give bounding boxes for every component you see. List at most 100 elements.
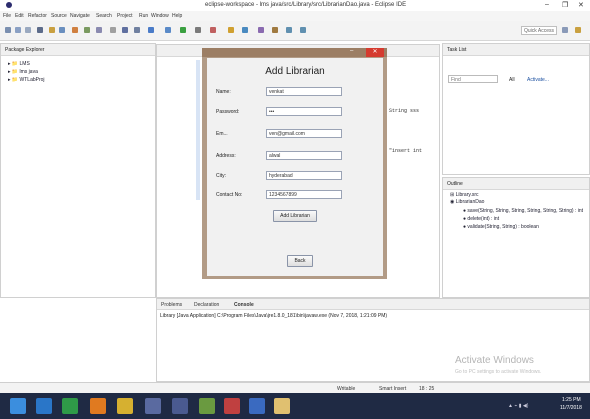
code-line-1: String sss — [389, 108, 420, 114]
clock-time[interactable]: 1:25 PM — [562, 397, 581, 403]
open-type-icon[interactable] — [49, 27, 55, 33]
city-field[interactable]: hyderabad — [266, 171, 342, 180]
name-field[interactable]: venkat — [266, 87, 342, 96]
store-icon[interactable] — [62, 398, 78, 414]
tree-item-wtlabproj[interactable]: ▸ 📁 WTLabProj — [8, 77, 45, 83]
task-list-title: Task List — [447, 47, 467, 53]
editor-ruler — [196, 60, 200, 200]
file-explorer-icon[interactable] — [117, 398, 133, 414]
password-label: Password: — [216, 109, 240, 115]
perspective-icon[interactable] — [562, 27, 568, 33]
clock-date[interactable]: 11/7/2018 — [560, 405, 582, 411]
toggle-icon[interactable] — [110, 27, 116, 33]
debug-run-icon[interactable] — [165, 27, 171, 33]
tray-icons[interactable]: ▲ ⌁ ▮ ◀) — [508, 403, 528, 409]
menu-source[interactable]: Source — [51, 13, 67, 19]
coverage-icon[interactable] — [210, 27, 216, 33]
pin-icon[interactable] — [134, 27, 140, 33]
main-toolbar: Quick Access — [0, 21, 590, 41]
activate-link[interactable]: Activate... — [527, 77, 549, 83]
activate-windows-subtext: Go to PC settings to activate Windows. — [455, 369, 542, 375]
forward-icon[interactable] — [300, 27, 306, 33]
task-all-filter[interactable]: All — [509, 77, 515, 83]
menu-window[interactable]: Window — [151, 13, 169, 19]
next-annotation-icon[interactable] — [272, 27, 278, 33]
debug-icon[interactable] — [37, 27, 43, 33]
password-field[interactable]: ••• — [266, 107, 342, 116]
outline-method-validate[interactable]: ● validate(String, String) : boolean — [463, 224, 539, 230]
tab-declaration[interactable]: Declaration — [194, 302, 219, 308]
notepad-icon[interactable] — [274, 398, 290, 414]
task-icon[interactable] — [72, 27, 78, 33]
menu-refactor[interactable]: Refactor — [28, 13, 47, 19]
activate-windows-watermark: Activate Windows — [455, 355, 534, 366]
network-icon[interactable] — [199, 398, 215, 414]
mark-icon[interactable] — [122, 27, 128, 33]
windows-taskbar: ▲ ⌁ ▮ ◀) 1:25 PM 11/7/2018 — [0, 393, 590, 419]
new-icon[interactable] — [5, 27, 11, 33]
dialog-minimize-button[interactable]: – — [350, 48, 353, 54]
menu-navigate[interactable]: Navigate — [70, 13, 90, 19]
outline-item-class[interactable]: ◉ LibrarianDao — [450, 199, 484, 205]
contact-no-field[interactable]: 1234567899 — [266, 190, 342, 199]
contact-no-label: Contact No: — [216, 192, 243, 198]
tree-item-lms-java[interactable]: ▸ 📁 lms java — [8, 69, 38, 75]
package-explorer-title: Package Explorer — [5, 47, 45, 53]
menu-bar: File Edit Refactor Source Navigate Searc… — [0, 11, 590, 21]
open-task-icon[interactable] — [258, 27, 264, 33]
annotation-icon[interactable] — [84, 27, 90, 33]
dialog-body: Add Librarian Name: venkat Password: •••… — [207, 58, 383, 276]
address-field[interactable]: alwal — [266, 151, 342, 160]
outline-pane: Outline ⊞ Library.src ◉ LibrarianDao ● s… — [442, 177, 590, 298]
media-icon[interactable] — [145, 398, 161, 414]
status-writable: Writable — [337, 386, 356, 392]
outline-item-package[interactable]: ⊞ Library.src — [450, 192, 479, 198]
menu-file[interactable]: File — [3, 13, 11, 19]
external-tools-icon[interactable] — [195, 27, 201, 33]
search-icon[interactable] — [59, 27, 65, 33]
code-line-2: "insert int — [389, 148, 423, 154]
outline-method-save[interactable]: ● save(String, String, String, String, S… — [463, 208, 589, 214]
back-icon[interactable] — [286, 27, 292, 33]
windows-start-icon[interactable] — [10, 398, 26, 414]
save-icon[interactable] — [15, 27, 21, 33]
dialog-title-bar[interactable]: – ✕ — [202, 48, 387, 57]
tree-item-lms[interactable]: ▸ 📁 LMS — [8, 61, 30, 67]
outline-method-delete[interactable]: ● delete(int) : int — [463, 216, 499, 222]
status-cursor-position: 18 : 25 — [419, 386, 435, 392]
menu-run[interactable]: Run — [139, 13, 148, 19]
highlight-icon[interactable] — [96, 27, 102, 33]
email-label: Em... — [216, 131, 228, 137]
tab-problems[interactable]: Problems — [161, 302, 182, 308]
console-path: Library [Java Application] C:\Program Fi… — [160, 313, 388, 319]
tab-console[interactable]: Console — [234, 302, 254, 308]
save-all-icon[interactable] — [25, 27, 31, 33]
dialog-close-button[interactable]: ✕ — [366, 48, 384, 57]
back-button[interactable]: Back — [287, 255, 313, 267]
close-button[interactable]: ✕ — [578, 1, 584, 9]
menu-project[interactable]: Project — [117, 13, 133, 19]
firefox-icon[interactable] — [90, 398, 106, 414]
new-class-icon[interactable] — [242, 27, 248, 33]
menu-search[interactable]: Search — [96, 13, 112, 19]
window-title: eclipse-workspace - lms java/src/Library… — [205, 2, 407, 8]
quick-access-input[interactable]: Quick Access — [521, 26, 557, 35]
status-insert-mode: Smart Insert — [379, 386, 407, 392]
java-icon[interactable] — [224, 398, 240, 414]
menu-edit[interactable]: Edit — [15, 13, 24, 19]
app-icon[interactable] — [172, 398, 188, 414]
eclipse-icon — [6, 2, 12, 8]
email-field[interactable]: ven@gmail.com — [266, 129, 342, 138]
maximize-button[interactable]: ❐ — [562, 1, 568, 9]
run-icon[interactable] — [180, 27, 186, 33]
task-find-input[interactable]: Find — [448, 75, 498, 83]
menu-help[interactable]: Help — [172, 13, 182, 19]
word-icon[interactable] — [249, 398, 265, 414]
java-perspective-icon[interactable] — [575, 27, 581, 33]
ie-icon[interactable] — [36, 398, 52, 414]
new-package-icon[interactable] — [228, 27, 234, 33]
title-bar: eclipse-workspace - lms java/src/Library… — [0, 0, 590, 11]
add-librarian-button[interactable]: Add Librarian — [273, 210, 317, 222]
skip-icon[interactable] — [148, 27, 154, 33]
minimize-button[interactable]: – — [545, 1, 549, 8]
